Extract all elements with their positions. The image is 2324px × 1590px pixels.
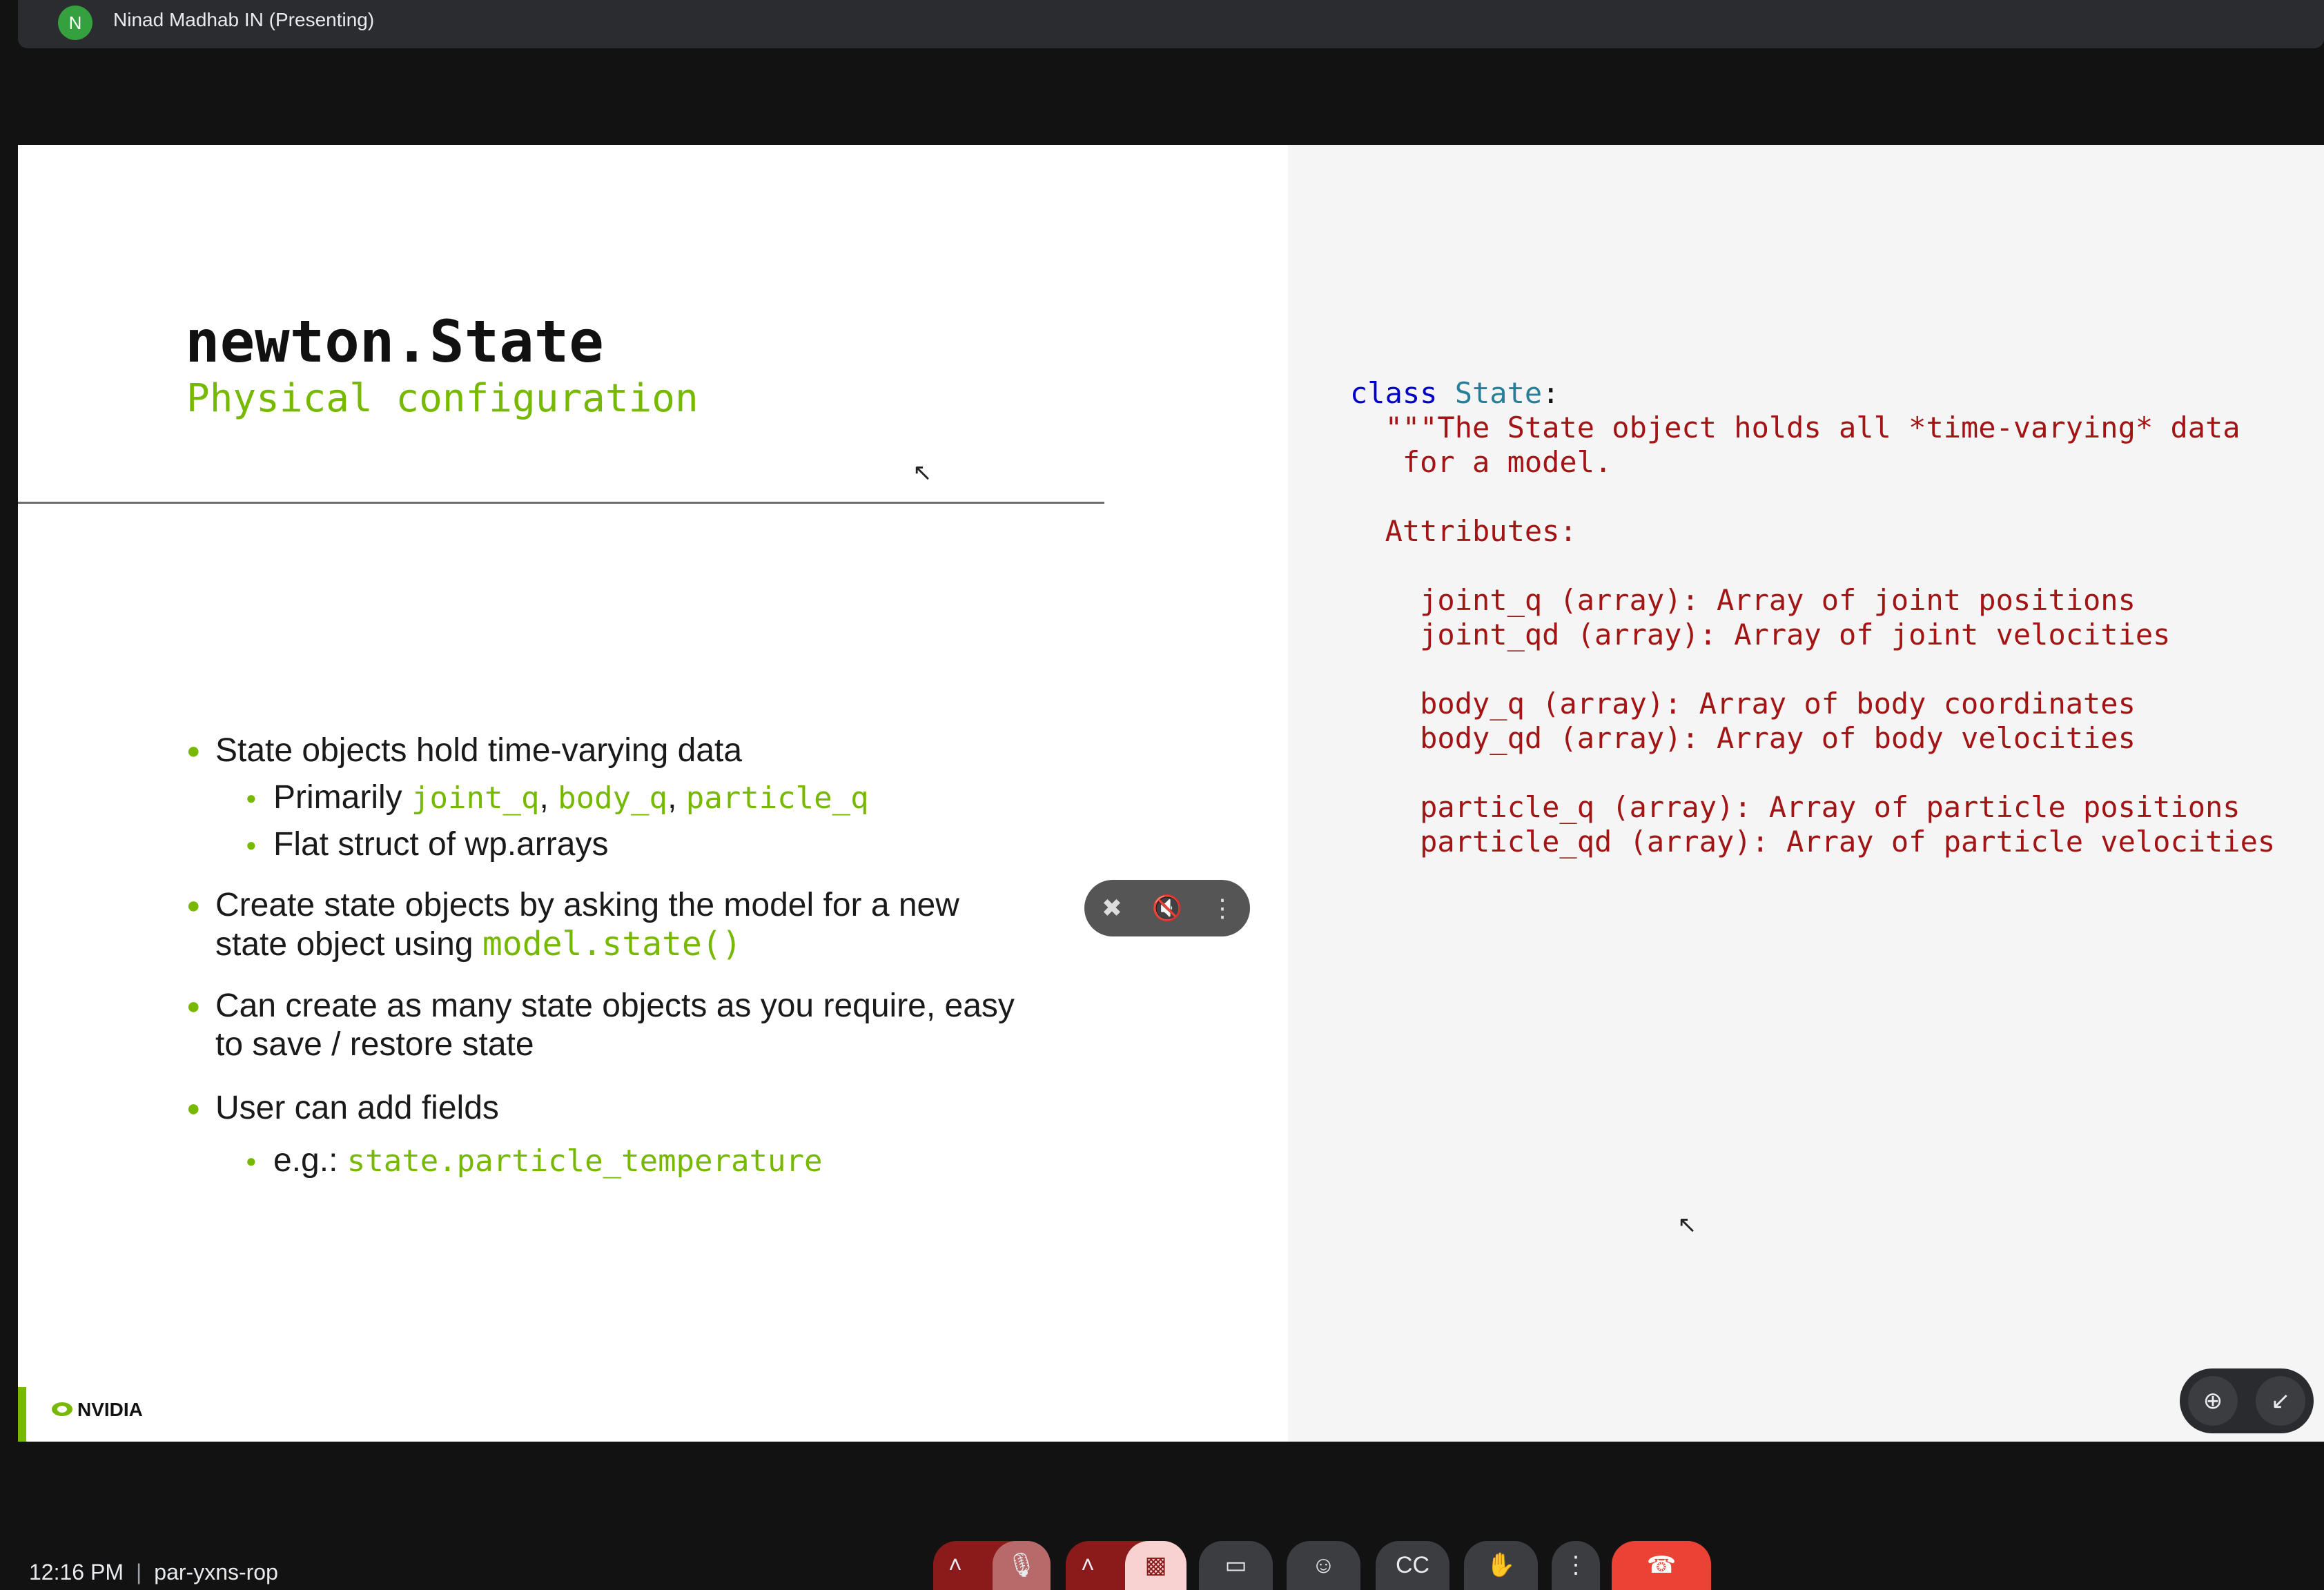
zoom-in-icon[interactable]: ⊕ xyxy=(2188,1376,2238,1426)
sub-bullet-1-2: Flat struct of wp.arrays xyxy=(273,826,609,863)
code-model-state: model.state() xyxy=(482,925,742,963)
separator-text: , xyxy=(539,779,558,816)
sub-bullet-text: e.g.: xyxy=(273,1142,347,1179)
nvidia-green-bar xyxy=(18,1387,26,1442)
bullet-2-line-1: Create state objects by asking the model… xyxy=(215,887,959,923)
zoom-controls: ⊕ ↙ xyxy=(2180,1368,2314,1433)
code-line: joint_qd (array): Array of joint velocit… xyxy=(1350,618,2171,651)
chevron-up-icon[interactable]: ˄ xyxy=(948,1541,962,1590)
code-body-q: body_q xyxy=(558,781,668,816)
separator-text: , xyxy=(667,779,686,816)
code-colon: : xyxy=(1542,376,1560,410)
shared-slide: newton.State Physical configuration ↖ ● … xyxy=(18,145,2324,1442)
code-line: body_qd (array): Array of body velocitie… xyxy=(1350,721,2136,755)
code-joint-q: joint_q xyxy=(411,781,540,816)
mouse-cursor-icon: ↖ xyxy=(1677,1212,1697,1238)
sub-bullet-dot-icon: ● xyxy=(246,787,257,808)
volume-off-icon[interactable]: 🔇 xyxy=(1140,880,1195,936)
info-divider: | xyxy=(135,1560,142,1584)
videocam-off-icon[interactable]: ▩ xyxy=(1125,1541,1187,1590)
code-line: particle_qd (array): Array of particle v… xyxy=(1350,825,2276,858)
meeting-info: 12:16 PM | par-yxns-rop xyxy=(29,1559,278,1585)
code-class-name: State xyxy=(1454,376,1543,410)
code-line: particle_q (array): Array of particle po… xyxy=(1350,790,2240,824)
more-options-icon[interactable]: ⋮ xyxy=(1552,1541,1600,1590)
nvidia-logo: NVIDIA xyxy=(52,1399,143,1420)
bullet-dot-icon: ● xyxy=(186,993,201,1019)
bullet-3-line-2: to save / restore state xyxy=(215,1026,534,1063)
bullet-dot-icon: ● xyxy=(186,1095,201,1121)
bullet-text: state object using xyxy=(215,926,482,963)
chevron-up-icon[interactable]: ˄ xyxy=(1081,1541,1095,1590)
code-line: """The State object holds all *time-vary… xyxy=(1350,411,2240,444)
code-particle-temperature: state.particle_temperature xyxy=(346,1144,823,1179)
captions-icon[interactable]: CC xyxy=(1376,1541,1449,1590)
mic-button[interactable]: ˄ 🎙 xyxy=(933,1541,1051,1590)
minimize-icon[interactable]: ↙ xyxy=(2256,1376,2305,1426)
nvidia-logo-text: NVIDIA xyxy=(77,1399,143,1420)
call-end-icon[interactable]: ☎ xyxy=(1612,1541,1711,1590)
present-screen-icon[interactable]: ▭ xyxy=(1199,1541,1273,1590)
raise-hand-icon[interactable]: ✋ xyxy=(1464,1541,1538,1590)
sub-bullet-1-1: Primarily joint_q, body_q, particle_q xyxy=(273,778,869,818)
sub-bullet-text: Primarily xyxy=(273,779,411,816)
sub-bullet-dot-icon: ● xyxy=(246,1150,257,1171)
meeting-time: 12:16 PM xyxy=(29,1560,124,1584)
bullet-list: ● State objects hold time-varying data ●… xyxy=(18,145,1260,1442)
code-particle-q: particle_q xyxy=(685,781,869,816)
code-block: class State: """The State object holds a… xyxy=(1350,376,2275,859)
emoji-icon[interactable]: ☺ xyxy=(1287,1541,1360,1590)
mic-off-icon[interactable]: 🎙 xyxy=(993,1541,1051,1590)
sub-bullet-dot-icon: ● xyxy=(246,834,257,855)
sub-bullet-4-1: e.g.: state.particle_temperature xyxy=(273,1141,822,1181)
meeting-code: par-yxns-rop xyxy=(154,1560,278,1584)
bullet-4: User can add fields xyxy=(215,1090,499,1126)
presenter-avatar[interactable]: N xyxy=(58,6,92,40)
bullet-dot-icon: ● xyxy=(186,738,201,764)
more-vert-icon[interactable]: ⋮ xyxy=(1195,880,1250,936)
camera-button[interactable]: ˄ ▩ xyxy=(1066,1541,1187,1590)
bullet-2-line-2: state object using model.state() xyxy=(215,925,742,964)
presenter-bar: N Ninad Madhab IN (Presenting) xyxy=(18,0,2324,48)
presenter-label: Ninad Madhab IN (Presenting) xyxy=(113,9,375,30)
bullet-3-line-1: Can create as many state objects as you … xyxy=(215,988,1015,1024)
pin-off-icon[interactable]: ✖ xyxy=(1084,880,1140,936)
bullet-dot-icon: ● xyxy=(186,892,201,919)
code-line: Attributes: xyxy=(1350,514,1577,548)
code-line: body_q (array): Array of body coordinate… xyxy=(1350,687,2136,720)
code-line: joint_q (array): Array of joint position… xyxy=(1350,583,2136,617)
code-keyword-class: class xyxy=(1350,376,1438,410)
bullet-1: State objects hold time-varying data xyxy=(215,732,743,769)
tile-controls: ✖ 🔇 ⋮ xyxy=(1084,880,1250,936)
code-line: for a model. xyxy=(1350,445,1612,479)
